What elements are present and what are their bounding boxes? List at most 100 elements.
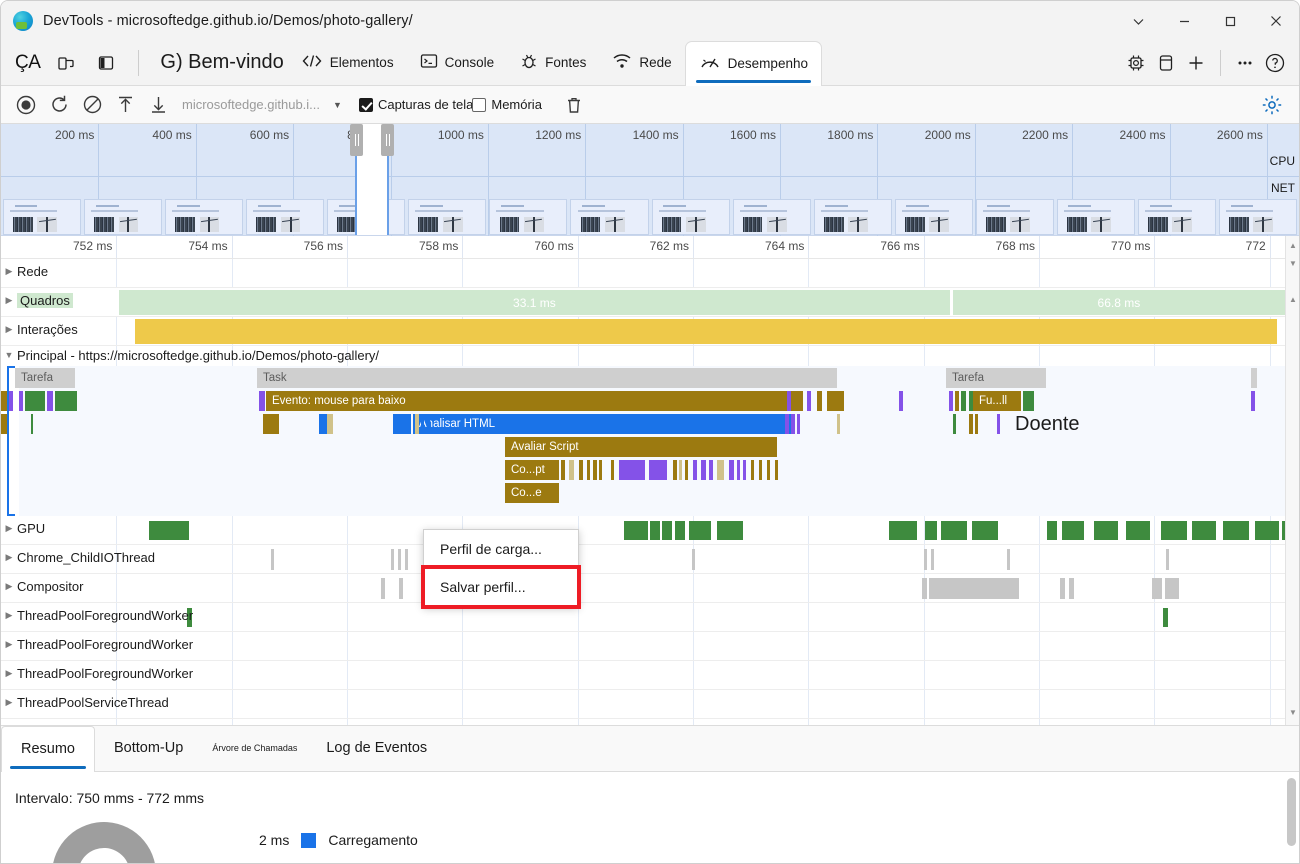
- flame-event-slice[interactable]: [837, 414, 840, 434]
- track-chart[interactable]: [119, 632, 1285, 660]
- screenshots-checkbox[interactable]: Capturas de tela: [359, 97, 473, 112]
- flame-event-slice[interactable]: [709, 460, 713, 480]
- device-toolbar-icon[interactable]: [52, 49, 80, 77]
- flame-event-slice[interactable]: [899, 391, 903, 411]
- track-event-block[interactable]: [662, 521, 672, 540]
- overview-handle-right[interactable]: [381, 124, 394, 156]
- filmstrip-frame[interactable]: [246, 199, 324, 235]
- track-event-block[interactable]: [1166, 549, 1169, 570]
- flame-event[interactable]: Fu...ll: [973, 391, 1021, 411]
- more-horizontal-icon[interactable]: [1231, 49, 1259, 77]
- filmstrip-frame[interactable]: [84, 199, 162, 235]
- flame-event-slice[interactable]: [949, 391, 953, 411]
- track-event-block[interactable]: [972, 521, 998, 540]
- tab-resumo[interactable]: Resumo: [1, 726, 95, 772]
- track-event-block[interactable]: [1047, 521, 1057, 540]
- filmstrip-frame[interactable]: [1057, 199, 1135, 235]
- flame-event-slice[interactable]: [737, 460, 740, 480]
- flame-chart[interactable]: TarefaTaskTarefaEvento: mouse para baixo…: [1, 366, 1285, 516]
- chevron-right-icon[interactable]: ▶: [1, 666, 17, 679]
- track-event-block[interactable]: [399, 578, 403, 599]
- track-event-block[interactable]: [1192, 521, 1216, 540]
- flame-event-slice[interactable]: [327, 414, 333, 434]
- flame-event[interactable]: Task: [257, 368, 837, 388]
- track-event-block[interactable]: [889, 521, 917, 540]
- flame-event-slice[interactable]: [975, 414, 978, 434]
- tab-arvore-de-chamadas[interactable]: Árvore de Chamadas: [202, 725, 307, 771]
- filmstrip-frame[interactable]: [570, 199, 648, 235]
- track-principal-flame[interactable]: TarefaTaskTarefaEvento: mouse para baixo…: [1, 366, 1299, 516]
- memory-checkbox-box[interactable]: [472, 98, 486, 112]
- flame-event-slice[interactable]: [679, 460, 682, 480]
- flame-event-slice[interactable]: [31, 414, 33, 434]
- flame-event-slice[interactable]: [319, 414, 327, 434]
- flame-event-slice[interactable]: [693, 460, 697, 480]
- menu-item-salvar-perfil[interactable]: Salvar perfil...: [424, 568, 578, 606]
- gear-icon[interactable]: [1257, 90, 1287, 120]
- track-principal-header[interactable]: ▼ Principal - https://microsoftedge.gith…: [1, 346, 1299, 366]
- chevron-right-icon[interactable]: ▶: [1, 264, 17, 277]
- chevron-down-icon[interactable]: ▼: [1, 348, 17, 360]
- flame-event[interactable]: Tarefa: [946, 368, 1046, 388]
- flame-event-slice[interactable]: [579, 460, 583, 480]
- timeline-vertical-scrollbar[interactable]: ▲ ▼ ▲ ▼: [1285, 236, 1299, 725]
- filmstrip-frame[interactable]: [489, 199, 567, 235]
- flame-event-slice[interactable]: [685, 460, 688, 480]
- menu-item-perfil-de-carga[interactable]: Perfil de carga...: [424, 530, 578, 568]
- flame-event-slice[interactable]: [969, 414, 973, 434]
- track-event-block[interactable]: [929, 578, 1019, 599]
- chevron-right-icon[interactable]: ▶: [1, 322, 17, 335]
- flame-event-slice[interactable]: [807, 391, 811, 411]
- overview-handle-left[interactable]: [350, 124, 363, 156]
- chevron-right-icon[interactable]: ▶: [1, 579, 17, 592]
- track-event-block[interactable]: [187, 608, 192, 627]
- context-menu[interactable]: Perfil de carga... Salvar perfil...: [423, 529, 579, 607]
- track-event-block[interactable]: [692, 549, 695, 570]
- track-event-block[interactable]: [650, 521, 660, 540]
- summary-scrollbar[interactable]: [1286, 778, 1297, 858]
- filmstrip-frame[interactable]: [733, 199, 811, 235]
- tab-log-de-eventos[interactable]: Log de Eventos: [307, 725, 446, 771]
- track-event-block[interactable]: [1062, 521, 1084, 540]
- flame-event-slice[interactable]: [569, 460, 574, 480]
- plus-icon[interactable]: [1182, 49, 1210, 77]
- maximize-icon[interactable]: [1207, 1, 1253, 41]
- track-event-block[interactable]: [637, 521, 647, 540]
- track-event-block[interactable]: [391, 549, 394, 570]
- scroll-up-icon[interactable]: ▲: [1286, 236, 1299, 254]
- clear-icon[interactable]: [77, 90, 107, 120]
- flame-event-slice[interactable]: [751, 460, 754, 480]
- flame-event-slice[interactable]: [421, 414, 424, 434]
- dock-side-icon[interactable]: [92, 49, 120, 77]
- track-rede[interactable]: ▶ Rede: [1, 259, 1299, 288]
- flame-event-slice[interactable]: [797, 414, 800, 434]
- frame-segment[interactable]: 66.8 ms: [953, 290, 1285, 315]
- upload-profile-icon[interactable]: [110, 90, 140, 120]
- timeline-flame-area[interactable]: 752 ms754 ms756 ms758 ms760 ms762 ms764 …: [1, 236, 1299, 726]
- database-icon[interactable]: [1152, 49, 1180, 77]
- track-event-block[interactable]: [1165, 578, 1179, 599]
- flame-event-slice[interactable]: [955, 391, 959, 411]
- flame-event-slice[interactable]: [619, 460, 645, 480]
- track-event-block[interactable]: [381, 578, 385, 599]
- flame-event-slice[interactable]: [799, 391, 803, 411]
- flame-event-slice[interactable]: [263, 414, 279, 434]
- scroll-down-icon[interactable]: ▼: [1286, 254, 1299, 272]
- track-event-block[interactable]: [1255, 521, 1279, 540]
- flame-event-slice[interactable]: [599, 460, 602, 480]
- flame-event-slice[interactable]: [743, 460, 746, 480]
- track-event-block[interactable]: [924, 549, 927, 570]
- flame-event-slice[interactable]: [593, 460, 597, 480]
- flame-event-slice[interactable]: [259, 391, 265, 411]
- flame-event-slice[interactable]: [587, 460, 590, 480]
- tab-fontes[interactable]: Fontes: [507, 40, 599, 85]
- filmstrip-frame[interactable]: [165, 199, 243, 235]
- track-event-block[interactable]: [1223, 521, 1249, 540]
- flame-event-slice[interactable]: [841, 391, 844, 411]
- track-event-block[interactable]: [689, 521, 711, 540]
- flame-event[interactable]: Avaliar Script: [505, 437, 777, 457]
- flame-event-slice[interactable]: [55, 391, 77, 411]
- chevron-right-icon[interactable]: ▶: [1, 550, 17, 563]
- flame-event-slice[interactable]: [961, 391, 966, 411]
- filmstrip-frame[interactable]: [1219, 199, 1297, 235]
